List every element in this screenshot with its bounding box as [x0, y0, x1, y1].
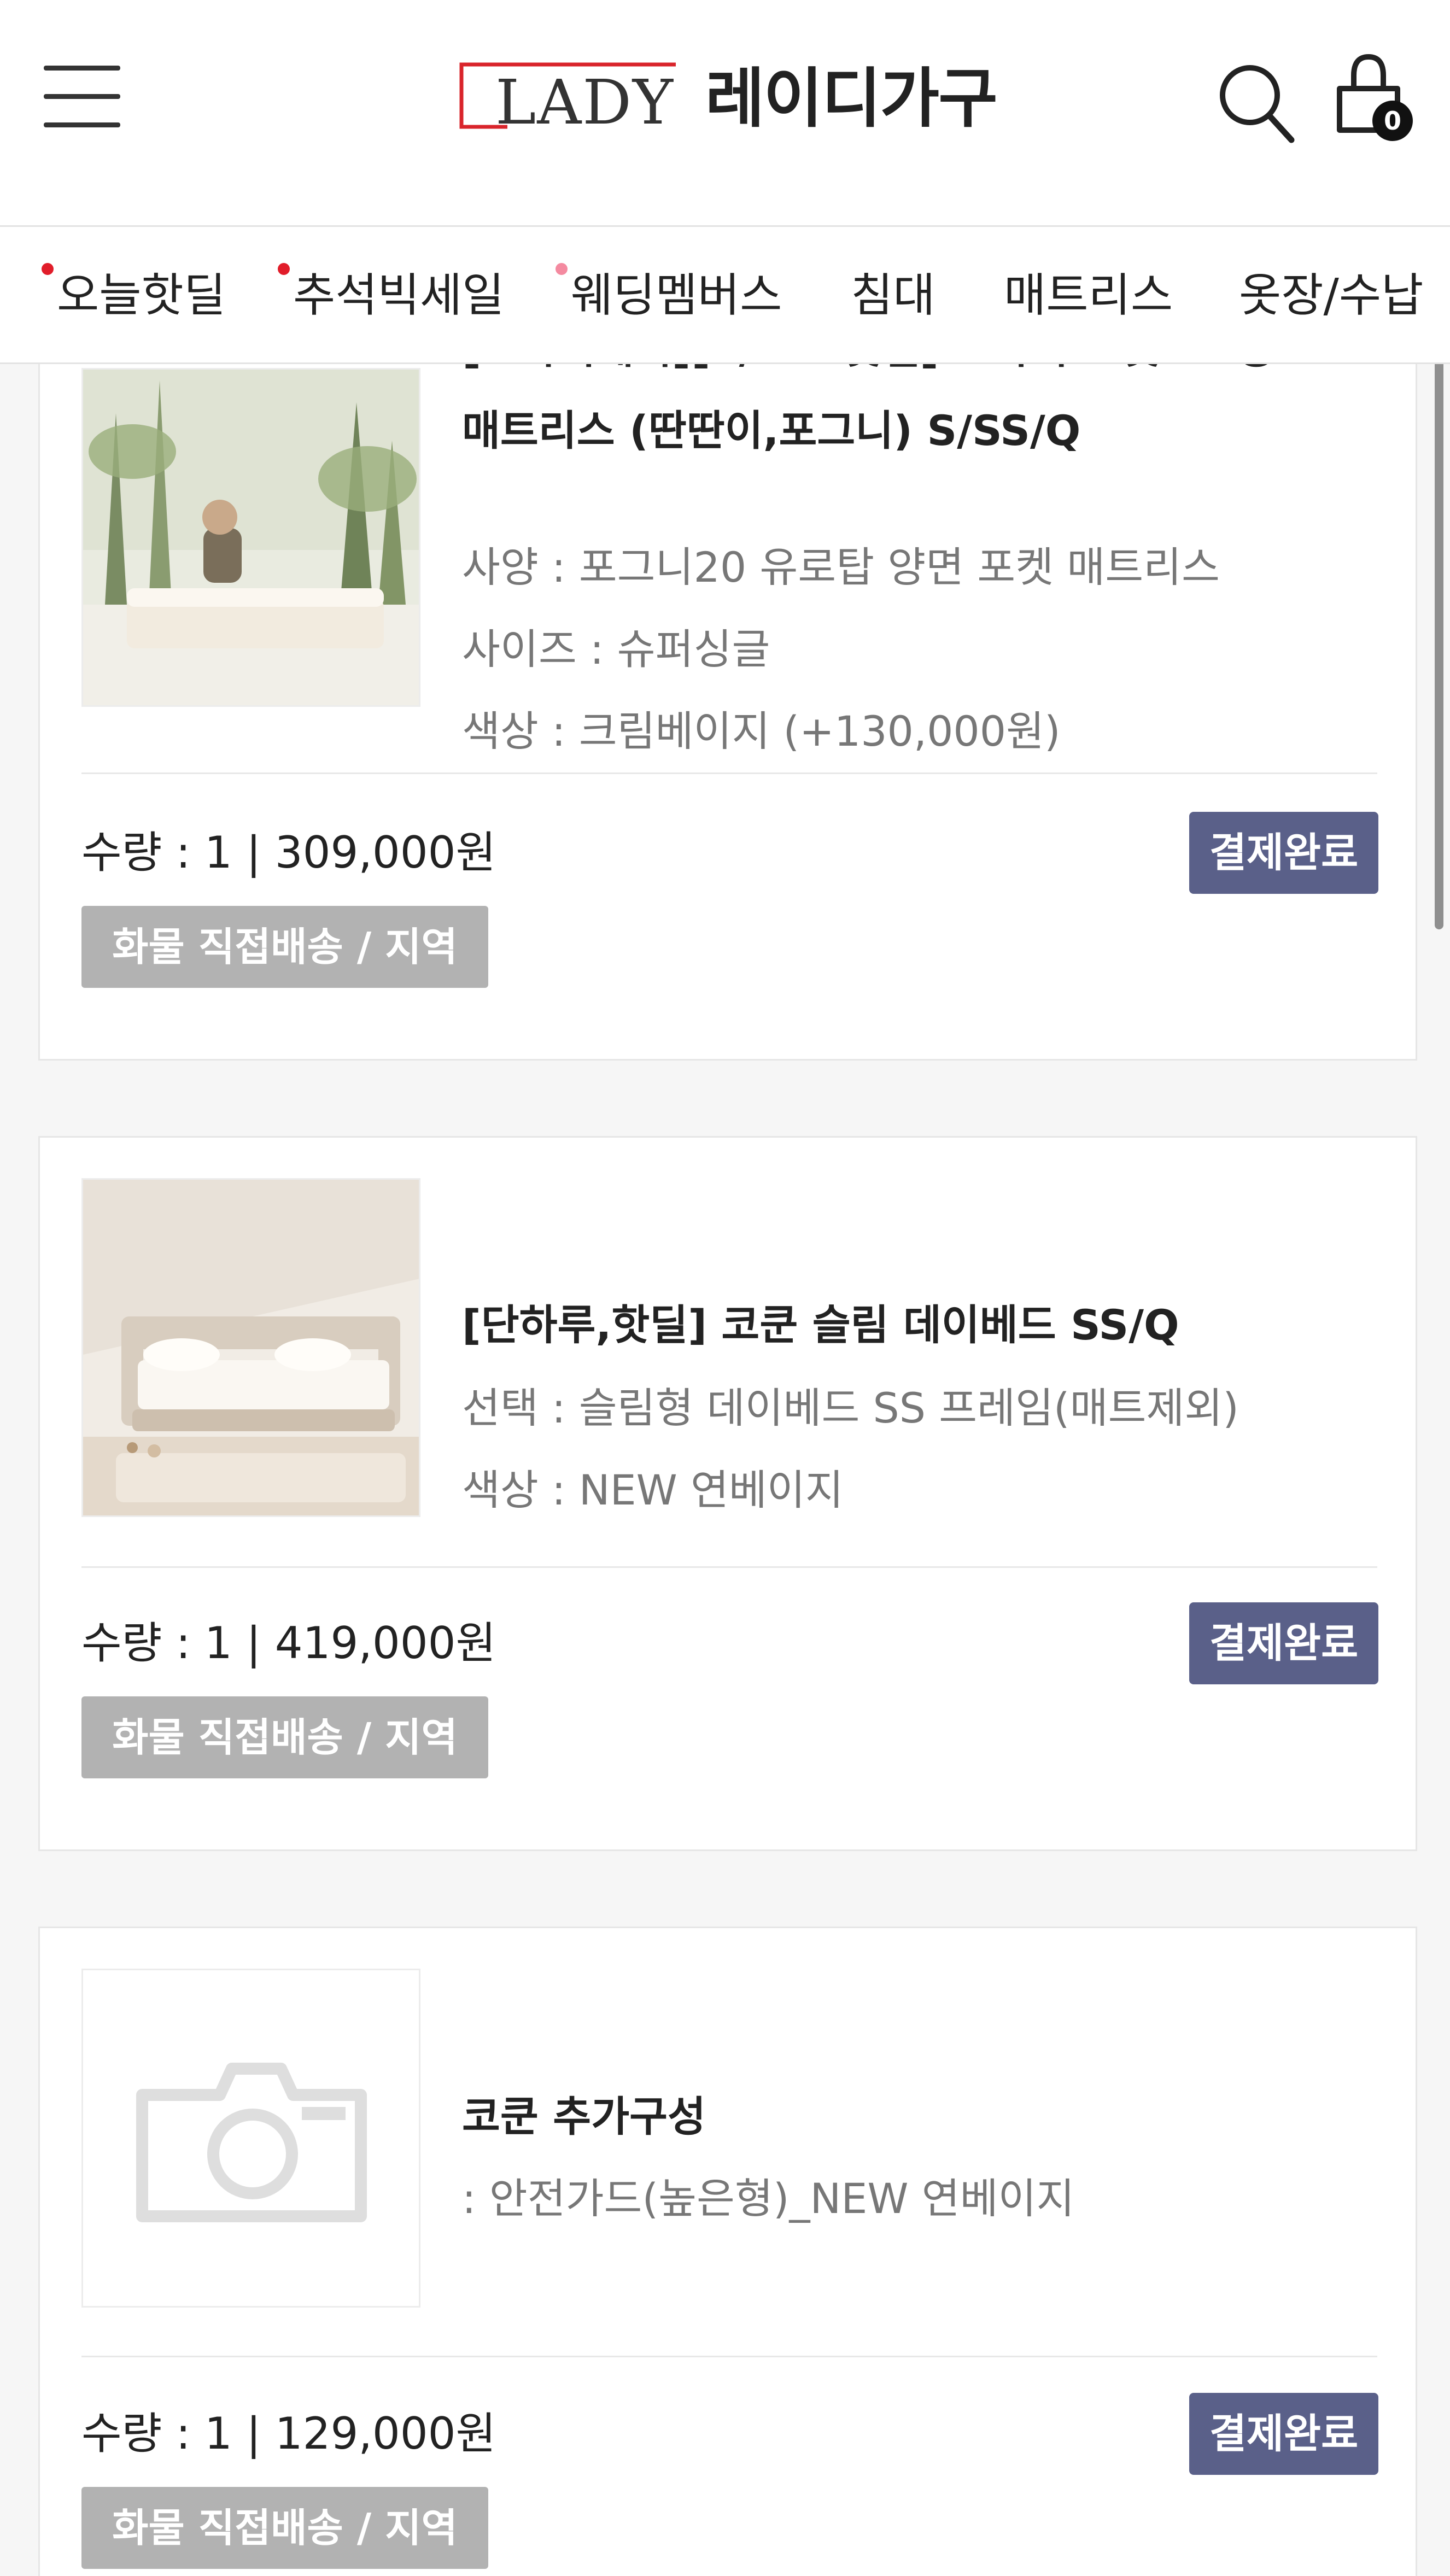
category-nav: 오늘핫딜 추석빅세일 웨딩멤버스 침대 매트리스 옷장/수납: [0, 225, 1450, 364]
category-label: 옷장/수납: [1239, 268, 1424, 322]
category-label: 추석빅세일: [293, 268, 505, 322]
product-title[interactable]: 코쿤 추가구성: [462, 2076, 1402, 2158]
hamburger-menu-icon[interactable]: [44, 66, 120, 128]
new-dot: [556, 263, 568, 275]
category-tab-today-deal[interactable]: 오늘핫딜: [42, 263, 226, 325]
category-label: 오늘핫딜: [57, 268, 226, 322]
option-color: 색상 : NEW 연베이지: [462, 1466, 844, 1514]
category-tab-bed[interactable]: 침대: [851, 265, 936, 325]
product-thumbnail[interactable]: [81, 1969, 420, 2308]
category-tab-wardrobe-storage[interactable]: 옷장/수납: [1239, 265, 1423, 325]
order-item-card: 코쿤 추가구성 : 안전가드(높은형)_NEW 연베이지 수량 : 1 | 12…: [38, 1927, 1417, 2576]
product-title-line: 매트리스 (딴딴이,포그니) S/SS/Q: [462, 406, 1081, 455]
category-label: 매트리스: [1004, 268, 1173, 322]
payment-status-badge: 결제완료: [1189, 1602, 1378, 1684]
category-label: 침대: [851, 268, 936, 322]
product-thumbnail[interactable]: [81, 368, 420, 707]
new-dot: [278, 263, 290, 275]
product-title-line: 코쿤 추가구성: [462, 2092, 706, 2141]
divider: [81, 2356, 1377, 2357]
option-spec: 사양 : 포그니20 유로탑 양면 포켓 매트리스: [462, 543, 1220, 592]
option-color: 색상 : 크림베이지 (+130,000원): [462, 707, 1061, 756]
category-tab-chuseok-sale[interactable]: 추석빅세일: [278, 263, 505, 325]
quantity-price: 수량 : 1 | 129,000원: [81, 2408, 496, 2459]
logo-latin-text: LADY: [495, 67, 674, 138]
divider: [81, 1566, 1377, 1568]
category-tab-mattress[interactable]: 매트리스: [1004, 265, 1173, 325]
option-select: 선택 : 슬림형 데이베드 SS 프레임(매트제외): [462, 1384, 1239, 1432]
camera-placeholder-icon: [83, 1970, 419, 2306]
mattress-photo-image: [83, 370, 419, 705]
divider: [81, 772, 1377, 774]
category-tab-wedding-members[interactable]: 웨딩멤버스: [556, 263, 782, 325]
logo-korean-text: 레이디가구: [705, 61, 998, 136]
daybed-photo-image: [83, 1180, 419, 1515]
order-item-card: [단하루,핫딜] 코쿤 슬림 데이베드 SS/Q 선택 : 슬림형 데이베드 S…: [38, 1136, 1417, 1851]
shipping-method-badge: 화물 직접배송 / 지역: [81, 2487, 488, 2569]
site-logo[interactable]: LADY 레이디가구: [458, 57, 1005, 144]
search-icon[interactable]: [1217, 62, 1296, 144]
quantity-price: 수량 : 1 | 309,000원: [81, 827, 496, 878]
option-size: 사이즈 : 슈퍼싱글: [462, 625, 770, 674]
category-label: 웨딩멤버스: [571, 268, 782, 322]
order-item-card: [또바기데이][9/6-8 핫딜] 또바기 포켓스프링 매트리스 (딴딴이,포그…: [38, 306, 1417, 1061]
app-header: LADY 레이디가구 0: [0, 0, 1450, 225]
quantity-price: 수량 : 1 | 419,000원: [81, 1618, 496, 1668]
shipping-method-badge: 화물 직접배송 / 지역: [81, 906, 488, 988]
shipping-method-badge: 화물 직접배송 / 지역: [81, 1696, 488, 1778]
product-title-line: [단하루,핫딜] 코쿤 슬림 데이베드 SS/Q: [462, 1301, 1179, 1349]
new-dot: [42, 263, 54, 275]
option-additional: : 안전가드(높은형)_NEW 연베이지: [462, 2174, 1075, 2223]
payment-status-badge: 결제완료: [1189, 2393, 1378, 2475]
cart-count-badge: 0: [1372, 101, 1413, 141]
product-title[interactable]: [단하루,핫딜] 코쿤 슬림 데이베드 SS/Q: [462, 1284, 1402, 1366]
payment-status-badge: 결제완료: [1189, 812, 1378, 894]
product-thumbnail[interactable]: [81, 1178, 420, 1517]
